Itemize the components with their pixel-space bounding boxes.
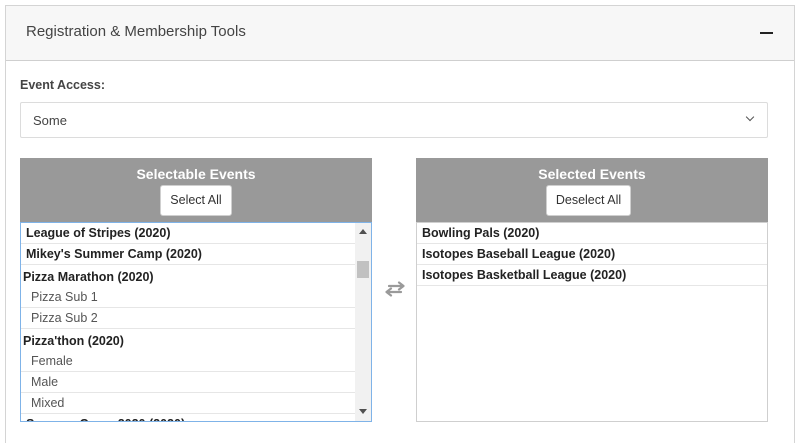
list-subitem[interactable]: Male xyxy=(21,372,355,393)
selected-events-title: Selected Events xyxy=(538,166,646,182)
scroll-up-icon[interactable] xyxy=(359,229,367,234)
list-item[interactable]: Mikey's Summer Camp (2020) xyxy=(21,244,355,265)
scrollbar[interactable] xyxy=(355,223,371,421)
selected-events-list[interactable]: Bowling Pals (2020) Isotopes Baseball Lea… xyxy=(416,222,768,422)
list-item[interactable]: Summer Camp 2020 (2020) xyxy=(21,414,355,421)
panel-title: Registration & Membership Tools xyxy=(26,23,246,40)
list-item[interactable]: League of Stripes (2020) xyxy=(21,223,355,244)
selected-events-header: Selected Events Deselect All xyxy=(416,158,768,222)
deselect-all-button[interactable]: Deselect All xyxy=(546,185,631,216)
list-item[interactable]: Isotopes Baseball League (2020) xyxy=(417,244,767,265)
list-item[interactable]: Isotopes Basketball League (2020) xyxy=(417,265,767,286)
list-item[interactable]: Bowling Pals (2020) xyxy=(417,223,767,244)
list-subitem[interactable]: Pizza Sub 1 xyxy=(21,287,355,308)
select-all-button[interactable]: Select All xyxy=(160,185,232,216)
selectable-events-rows: League of Stripes (2020) Mikey's Summer C… xyxy=(21,223,355,421)
selectable-events-header: Selectable Events Select All xyxy=(20,158,372,222)
list-subitem[interactable]: Mixed xyxy=(21,393,355,414)
list-group-header: Pizza'thon (2020) xyxy=(23,334,124,348)
panel-header[interactable]: Registration & Membership Tools xyxy=(6,6,794,61)
minus-icon[interactable] xyxy=(759,23,775,43)
swap-arrows-icon[interactable] xyxy=(384,281,406,297)
scroll-down-icon[interactable] xyxy=(359,409,367,414)
chevron-down-icon xyxy=(745,112,755,122)
list-subitem[interactable]: Pizza Sub 2 xyxy=(21,308,355,329)
selected-events-rows: Bowling Pals (2020) Isotopes Baseball Lea… xyxy=(417,223,767,286)
list-subitem[interactable]: Female xyxy=(21,351,355,372)
event-access-label: Event Access: xyxy=(20,78,105,92)
scrollbar-thumb[interactable] xyxy=(357,261,369,278)
selectable-events-title: Selectable Events xyxy=(136,166,256,182)
event-access-value: Some xyxy=(33,113,67,128)
event-access-select[interactable]: Some xyxy=(20,102,768,138)
selectable-events-list[interactable]: League of Stripes (2020) Mikey's Summer C… xyxy=(20,222,372,422)
list-group-header: Pizza Marathon (2020) xyxy=(23,270,154,284)
